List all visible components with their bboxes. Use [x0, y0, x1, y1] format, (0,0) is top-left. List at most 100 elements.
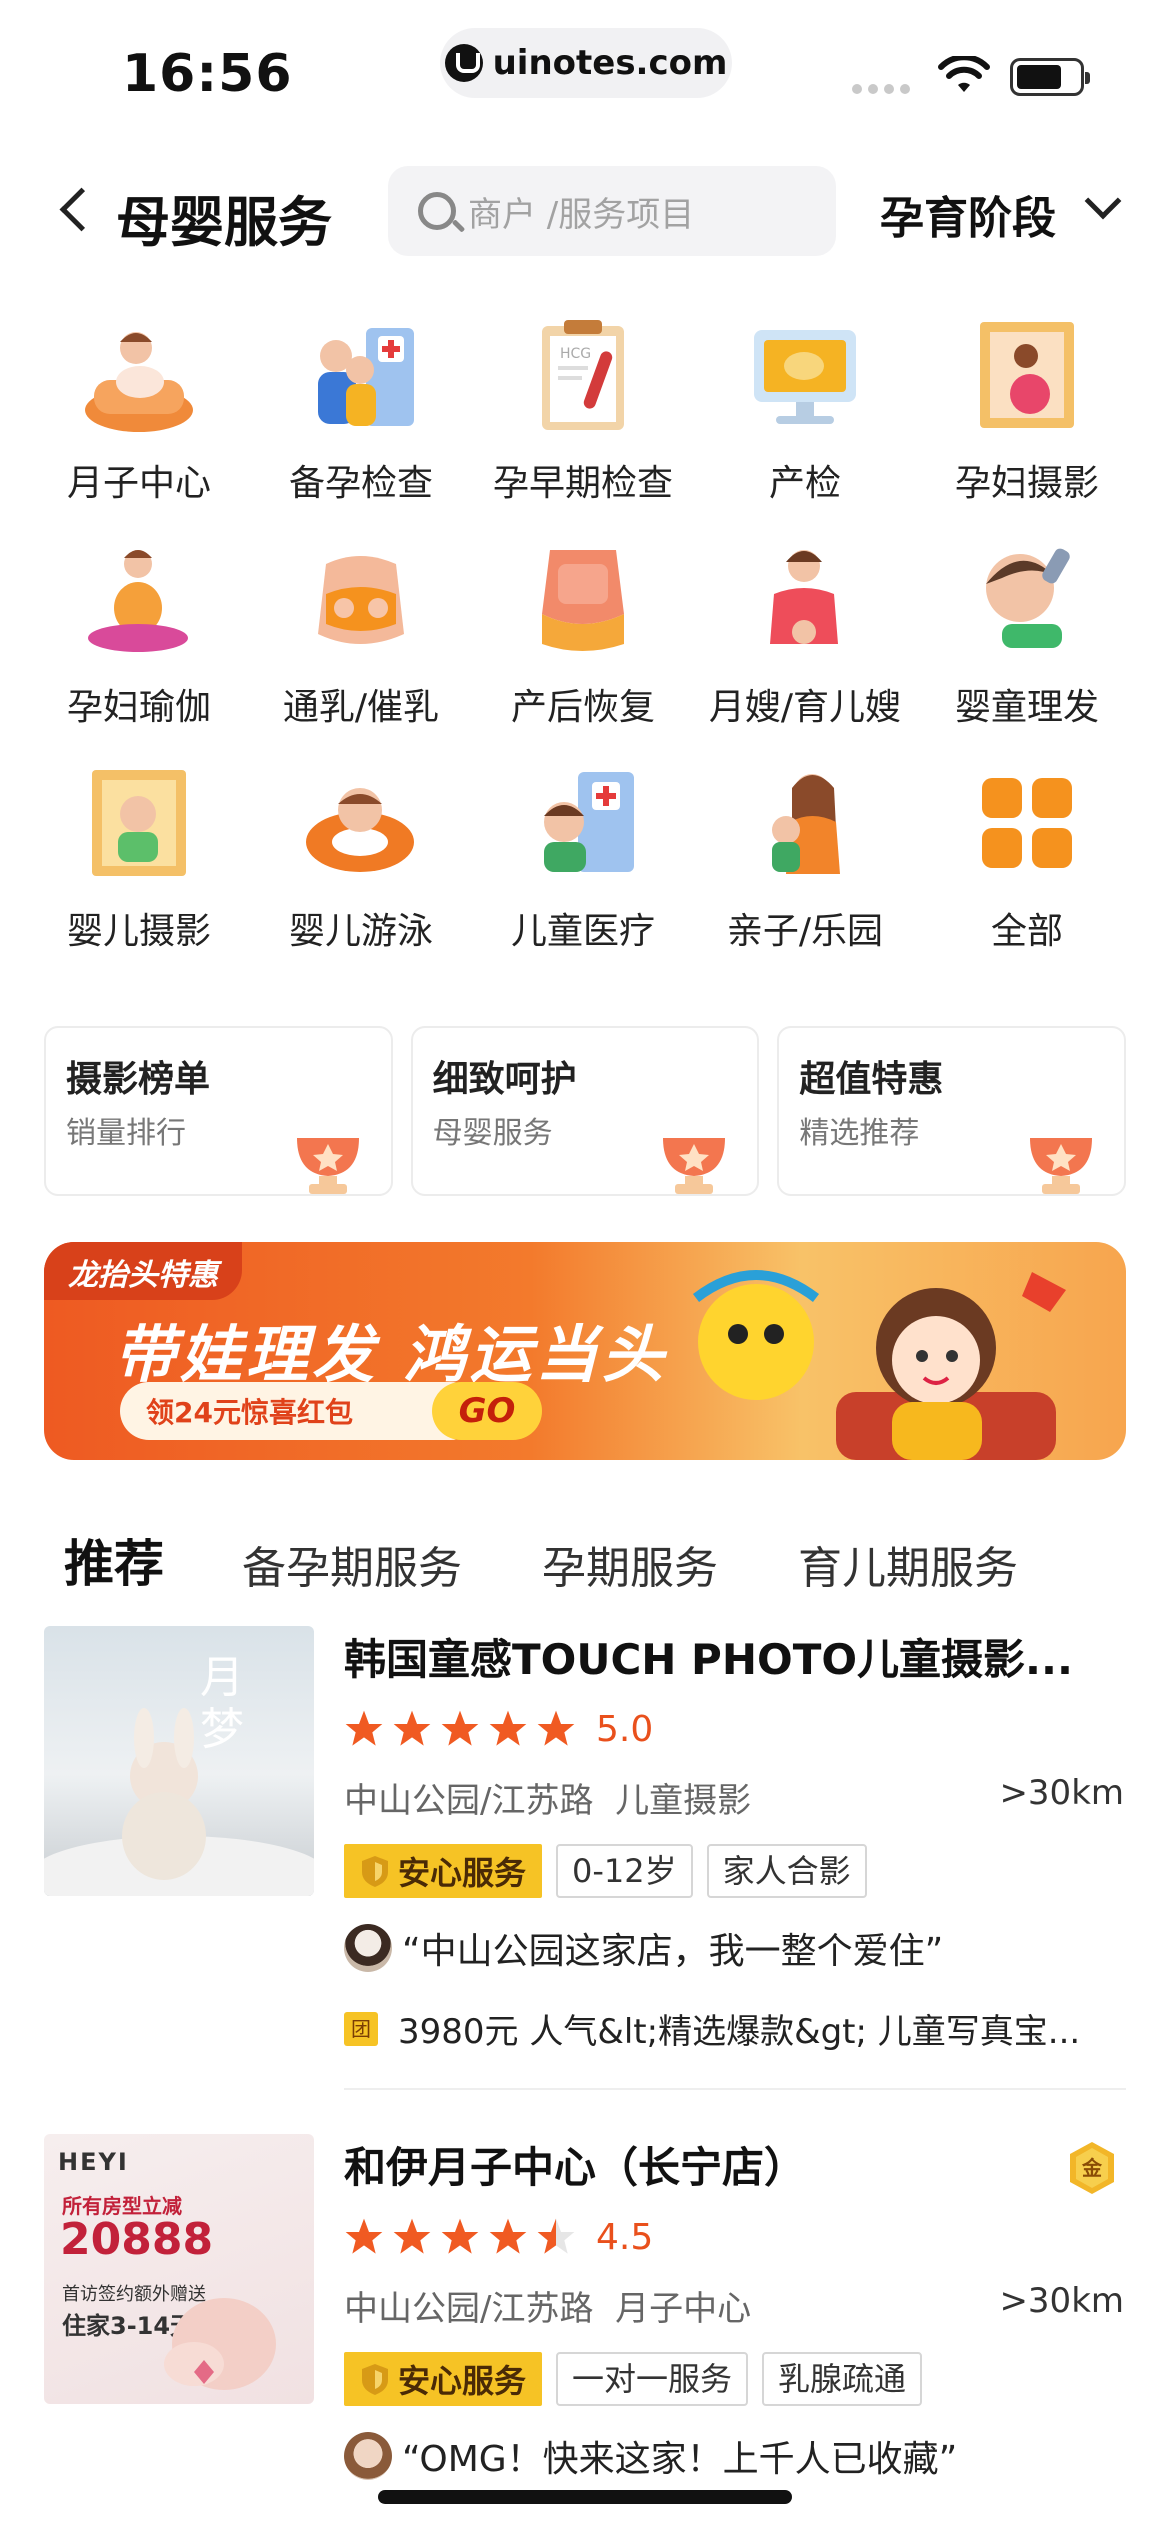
category-item[interactable]: 全部: [916, 758, 1138, 982]
safe-service-label: 安心服务: [398, 1854, 527, 1892]
listing-thumbnail: 月梦: [44, 1626, 314, 1896]
listing-badges: 安心服务 一对一服务 乳腺疏通: [344, 2352, 1126, 2406]
star-icon: [345, 2218, 383, 2254]
category-label: 儿童医疗: [510, 911, 655, 952]
star-icon: [441, 1710, 479, 1746]
category-item[interactable]: 产检: [694, 310, 916, 534]
star-icon: [489, 1710, 527, 1746]
quick-card-title: 超值特惠: [799, 1059, 944, 1100]
prenatal-check-icon: [740, 310, 870, 440]
quick-card-photo-ranking[interactable]: 摄影榜单 销量排行: [44, 1026, 393, 1196]
trophy-icon: [296, 1138, 359, 1194]
category-item[interactable]: 婴童理发: [916, 534, 1138, 758]
status-time: 16:56: [122, 44, 293, 104]
promo-banner[interactable]: 龙抬头特惠 带娃理发 鸿运当头 领24元惊喜红包 GO: [44, 1242, 1126, 1460]
child-medical-icon: [518, 758, 648, 888]
category-label: 孕妇瑜伽: [66, 687, 211, 728]
nanny-icon: [740, 534, 870, 664]
tab-pregnancy[interactable]: 孕期服务: [542, 1532, 718, 1596]
url-pill[interactable]: uinotes.com: [440, 28, 732, 98]
category-label: 婴儿游泳: [288, 911, 433, 952]
category-item[interactable]: 产后恢复: [472, 534, 694, 758]
prenatal-yoga-icon: [74, 534, 204, 664]
banner-tag: 龙抬头特惠: [44, 1242, 242, 1300]
tab-recommended[interactable]: 推荐: [64, 1524, 164, 1600]
category-item[interactable]: 儿童医疗: [472, 758, 694, 982]
postpartum-recovery-icon: [518, 534, 648, 664]
category-item[interactable]: 孕妇瑜伽: [28, 534, 250, 758]
tab-parenting[interactable]: 育儿期服务: [798, 1532, 1018, 1596]
category-label: 亲子/乐园: [726, 911, 884, 952]
tag-pill: 乳腺疏通: [762, 2352, 923, 2406]
half-star-icon: [537, 2218, 575, 2254]
category-label: 婴儿摄影: [66, 911, 211, 952]
confinement-center-icon: [74, 310, 204, 440]
trophy-icon: [1030, 1138, 1093, 1194]
category-item[interactable]: 婴儿游泳: [250, 758, 472, 982]
deal-text: 3980元 人气&lt;精选爆款&gt; 儿童写真宝...: [398, 2012, 1081, 2052]
pre-pregnancy-check-icon: [296, 310, 426, 440]
category-item[interactable]: 备孕检查: [250, 310, 472, 534]
banner-coupon-text: 领24元惊喜红包: [146, 1396, 353, 1429]
battery-icon: [1010, 58, 1090, 96]
thumbnail-illustration: [44, 1708, 314, 1896]
stage-filter-button[interactable]: 孕育阶段: [880, 182, 1056, 246]
listing-meta: 中山公园/江苏路 儿童摄影 >30km: [344, 1773, 1124, 1822]
listing-distance: >30km: [999, 2281, 1124, 2321]
quick-cards: 摄影榜单 销量排行 细致呵护 母婴服务 超值特惠 精选推荐: [44, 1026, 1127, 1196]
url-text: uinotes.com: [492, 43, 728, 83]
category-label: 月子中心: [66, 463, 211, 504]
divider: [344, 2088, 1126, 2090]
review-text: “OMG！快来这家！上千人已收藏”: [402, 2439, 958, 2480]
category-item[interactable]: 孕妇摄影: [916, 310, 1138, 534]
category-tabs: 推荐 备孕期服务 孕期服务 育儿期服务: [64, 1524, 1098, 1600]
svg-text:HCG: HCG: [560, 346, 591, 362]
back-icon[interactable]: [50, 180, 110, 240]
category-item[interactable]: HCG 孕早期检查: [472, 310, 694, 534]
category-item[interactable]: 月子中心: [28, 310, 250, 534]
status-bar: 16:56 uinotes.com: [0, 0, 1170, 150]
star-icon: [537, 1710, 575, 1746]
site-logo-icon: [444, 44, 483, 82]
quick-card-title: 摄影榜单: [66, 1059, 211, 1100]
listing-category: 月子中心: [615, 2289, 752, 2329]
star-icon: [441, 2218, 479, 2254]
avatar: [344, 2432, 392, 2480]
banner-go-button[interactable]: GO: [432, 1382, 542, 1440]
quick-card-care[interactable]: 细致呵护 母婴服务: [410, 1026, 760, 1196]
category-item[interactable]: 婴儿摄影: [28, 758, 250, 982]
category-label: 产检: [768, 463, 841, 504]
safe-service-badge: 安心服务: [344, 2352, 543, 2406]
avatar: [344, 1924, 392, 1972]
gold-badge-icon: 金: [1070, 2142, 1114, 2194]
category-item[interactable]: 月嫂/育儿嫂: [694, 534, 916, 758]
search-input[interactable]: 商户 /服务项目: [388, 166, 836, 256]
listing-thumbnail: HEYI 所有房型立减 20888 首访签约额外赠送 住家3-14天: [44, 2134, 314, 2404]
quick-card-deals[interactable]: 超值特惠 精选推荐: [777, 1026, 1127, 1196]
tab-pre-pregnancy[interactable]: 备孕期服务: [242, 1532, 462, 1596]
category-item[interactable]: 通乳/催乳: [250, 534, 472, 758]
banner-coupon[interactable]: 领24元惊喜红包 GO: [120, 1382, 542, 1440]
chevron-down-icon[interactable]: [1084, 182, 1122, 220]
star-icon: [393, 2218, 431, 2254]
listing-title[interactable]: 韩国童感TOUCH PHOTO儿童摄影...: [344, 1626, 1084, 1687]
home-indicator: [378, 2490, 792, 2504]
search-placeholder: 商户 /服务项目: [468, 194, 695, 235]
baby-photo-icon: [74, 758, 204, 888]
listing-location: 中山公园/江苏路: [344, 1781, 594, 1821]
gold-badge-text: 金: [1081, 2156, 1103, 2180]
baby-haircut-icon: [962, 534, 1092, 664]
listing-title[interactable]: 和伊月子中心（长宁店）: [344, 2134, 1084, 2195]
lactation-icon: [296, 534, 426, 664]
category-label: 月嫂/育儿嫂: [708, 687, 902, 728]
deal-row[interactable]: 团 3980元 人气&lt;精选爆款&gt; 儿童写真宝...: [344, 2004, 1126, 2053]
listing-info: 和伊月子中心（长宁店） 4.5 中山公园/江苏路 月子中心 >30km 安心服务…: [344, 2134, 1126, 2482]
category-item[interactable]: 亲子/乐园: [694, 758, 916, 982]
thumbnail-title: 月梦: [200, 1652, 244, 1755]
baby-swim-icon: [296, 758, 426, 888]
thumbnail-illustration: [164, 2298, 276, 2390]
listing-info: 韩国童感TOUCH PHOTO儿童摄影... 5.0 中山公园/江苏路 儿童摄影…: [344, 1626, 1126, 2053]
rating-score: 5.0: [596, 1708, 654, 1750]
nav-bar: 母婴服务 商户 /服务项目 孕育阶段: [0, 160, 1170, 260]
shield-icon: [362, 2364, 388, 2395]
